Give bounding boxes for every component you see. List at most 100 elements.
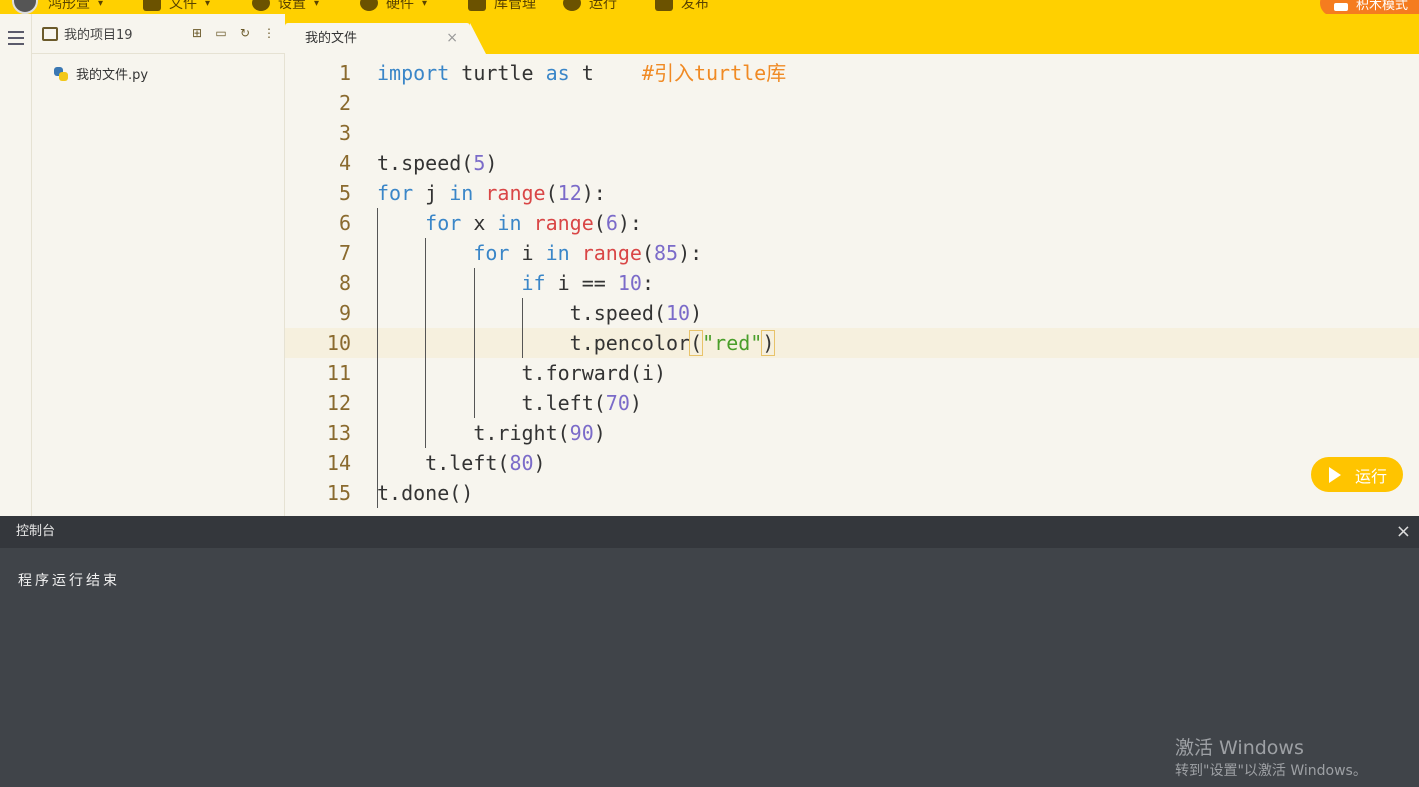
menu-label: 发布 xyxy=(681,0,709,12)
menu-label: 库管理 xyxy=(494,0,536,12)
line-number: 10 xyxy=(326,331,351,355)
code-editor[interactable]: 1 import turtle as t #引入turtle库 2 3 4 t.sp… xyxy=(285,54,1419,516)
console-header: 控制台 × xyxy=(0,516,1419,548)
line-number: 2 xyxy=(338,91,351,115)
project-title: 我的项目19 xyxy=(64,28,133,43)
line-number: 6 xyxy=(338,211,351,235)
code-text: t.left(80) xyxy=(377,451,546,475)
line-number: 3 xyxy=(338,121,351,145)
run-button[interactable]: 运行 xyxy=(1311,457,1403,492)
indent-guide xyxy=(425,238,426,448)
project-header: 我的项目19 ⊞ ▭ ↻ ⋮ xyxy=(32,14,285,54)
line-number: 15 xyxy=(326,481,351,505)
code-line: 7 for i in range(85): xyxy=(285,238,1419,268)
blocks-icon xyxy=(1334,3,1348,11)
menu-library[interactable]: 库管理 xyxy=(468,0,536,13)
file-name: 我的文件.py xyxy=(76,68,149,83)
code-line: 8 if i == 10: xyxy=(285,268,1419,298)
code-file-icon xyxy=(42,26,58,41)
folder-icon xyxy=(143,0,161,11)
menu-label: 硬件 xyxy=(386,0,414,12)
code-line: 11 t.forward(i) xyxy=(285,358,1419,388)
code-line: 13 t.right(90) xyxy=(285,418,1419,448)
line-number: 4 xyxy=(338,151,351,175)
menu-file[interactable]: 文件 ▾ xyxy=(143,0,210,13)
python-icon xyxy=(54,66,68,81)
tab-my-file[interactable]: 我的文件 × xyxy=(285,23,470,54)
top-menu-bar: 鸿彤萱 ▾ 文件 ▾ 设置 ▾ 硬件 ▾ 库管理 运行 发布 积木模式 xyxy=(0,0,1419,14)
code-line: 14 t.left(80) xyxy=(285,448,1419,478)
close-icon[interactable]: × xyxy=(1396,516,1411,548)
line-number: 1 xyxy=(338,61,351,85)
code-line: 6 for x in range(6): xyxy=(285,208,1419,238)
menu-run[interactable]: 运行 xyxy=(563,0,617,13)
indent-guide xyxy=(377,208,378,508)
tab-corner xyxy=(470,23,486,54)
more-icon[interactable]: ⋮ xyxy=(263,26,275,40)
code-text: t.forward(i) xyxy=(377,361,666,385)
play-icon xyxy=(1329,466,1341,483)
chevron-down-icon: ▾ xyxy=(205,0,211,9)
new-folder-icon[interactable]: ▭ xyxy=(215,26,227,40)
console-panel: 程序运行结束 激活 Windows 转到"设置"以激活 Windows。 xyxy=(0,548,1419,787)
indent-guide xyxy=(522,298,523,358)
chevron-down-icon: ▾ xyxy=(314,0,320,9)
menu-publish[interactable]: 发布 xyxy=(655,0,709,13)
console-output: 程序运行结束 xyxy=(18,573,120,589)
code-text: for j in range(12): xyxy=(377,181,606,205)
line-number: 5 xyxy=(338,181,351,205)
activation-watermark-title: 激活 Windows xyxy=(1175,737,1304,759)
activation-watermark-text: 转到"设置"以激活 Windows。 xyxy=(1175,763,1367,779)
code-text: import turtle as t #引入turtle库 xyxy=(377,61,787,85)
code-line-active: 10 t.pencolor("red") xyxy=(285,328,1419,358)
refresh-icon[interactable]: ↻ xyxy=(239,26,251,40)
run-label: 运行 xyxy=(1355,466,1388,486)
line-number: 11 xyxy=(326,361,351,385)
code-line: 2 xyxy=(285,88,1419,118)
code-line: 9 t.speed(10) xyxy=(285,298,1419,328)
code-line: 5 for j in range(12): xyxy=(285,178,1419,208)
indent-guide xyxy=(474,268,475,418)
menu-label: 运行 xyxy=(589,0,617,12)
code-text: for x in range(6): xyxy=(425,211,642,235)
user-name: 鸿彤萱 xyxy=(48,0,90,12)
blocks-mode-label: 积木模式 xyxy=(1356,0,1409,13)
user-avatar[interactable] xyxy=(12,0,38,14)
new-file-icon[interactable]: ⊞ xyxy=(191,26,203,40)
file-tree: 我的文件.py xyxy=(32,54,285,516)
code-text: t.right(90) xyxy=(377,421,606,445)
code-line: 15 t.done() xyxy=(285,478,1419,508)
left-rail xyxy=(0,14,32,516)
line-number: 9 xyxy=(338,301,351,325)
user-menu[interactable]: 鸿彤萱 ▾ xyxy=(48,0,103,13)
code-line: 3 xyxy=(285,118,1419,148)
menu-hardware[interactable]: 硬件 ▾ xyxy=(360,0,427,13)
menu-toggle-icon[interactable] xyxy=(8,31,24,49)
code-text: t.speed(5) xyxy=(377,151,498,175)
run-icon xyxy=(563,0,581,11)
hardware-icon xyxy=(360,0,378,11)
library-icon xyxy=(468,0,486,11)
menu-label: 设置 xyxy=(278,0,306,12)
code-text: t.done() xyxy=(377,481,474,505)
line-number: 13 xyxy=(326,421,351,445)
chevron-down-icon: ▾ xyxy=(98,0,104,9)
code-line: 12 t.left(70) xyxy=(285,388,1419,418)
code-line: 1 import turtle as t #引入turtle库 xyxy=(285,58,1419,88)
code-text: t.pencolor("red") xyxy=(377,330,776,356)
chevron-down-icon: ▾ xyxy=(422,0,428,9)
code-line: 4 t.speed(5) xyxy=(285,148,1419,178)
line-number: 8 xyxy=(338,271,351,295)
line-number: 14 xyxy=(326,451,351,475)
blocks-mode-button[interactable]: 积木模式 xyxy=(1320,0,1419,14)
menu-label: 文件 xyxy=(169,0,197,12)
menu-settings[interactable]: 设置 ▾ xyxy=(252,0,319,13)
code-text: if i == 10: xyxy=(521,271,654,295)
file-item[interactable]: 我的文件.py xyxy=(54,64,148,83)
close-icon[interactable]: × xyxy=(446,23,458,54)
send-icon xyxy=(655,0,673,11)
line-number: 12 xyxy=(326,391,351,415)
line-number: 7 xyxy=(338,241,351,265)
code-text: t.left(70) xyxy=(377,391,642,415)
gear-icon xyxy=(252,0,270,11)
